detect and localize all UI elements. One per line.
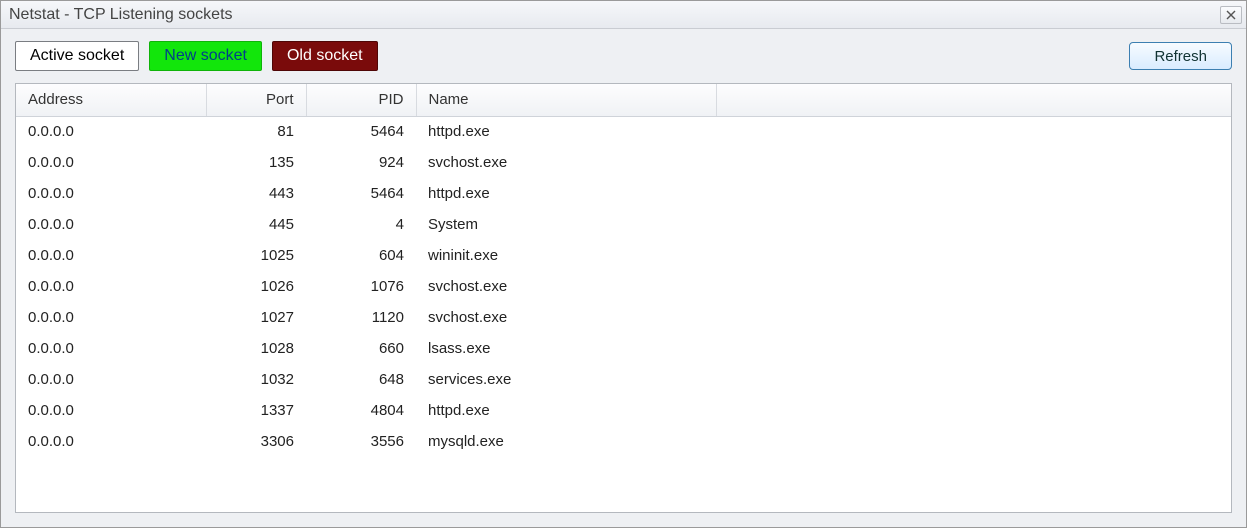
cell-port: 1337 (206, 395, 306, 426)
titlebar: Netstat - TCP Listening sockets (1, 1, 1246, 29)
cell-address: 0.0.0.0 (16, 240, 206, 271)
cell-address: 0.0.0.0 (16, 209, 206, 240)
cell-name: System (416, 209, 716, 240)
cell-extra (716, 271, 1231, 302)
cell-pid: 1120 (306, 302, 416, 333)
cell-port: 81 (206, 116, 306, 147)
cell-address: 0.0.0.0 (16, 271, 206, 302)
table-row[interactable]: 0.0.0.01025604wininit.exe (16, 240, 1231, 271)
cell-pid: 3556 (306, 426, 416, 457)
col-name[interactable]: Name (416, 84, 716, 116)
cell-extra (716, 302, 1231, 333)
cell-port: 1025 (206, 240, 306, 271)
cell-name: svchost.exe (416, 271, 716, 302)
cell-port: 443 (206, 178, 306, 209)
cell-name: svchost.exe (416, 302, 716, 333)
cell-extra (716, 147, 1231, 178)
cell-pid: 924 (306, 147, 416, 178)
cell-pid: 5464 (306, 116, 416, 147)
cell-name: services.exe (416, 364, 716, 395)
cell-pid: 5464 (306, 178, 416, 209)
toolbar: Active socket New socket Old socket Refr… (1, 29, 1246, 79)
table-row[interactable]: 0.0.0.01028660lsass.exe (16, 333, 1231, 364)
cell-extra (716, 333, 1231, 364)
close-icon (1226, 10, 1236, 20)
cell-extra (716, 364, 1231, 395)
cell-name: wininit.exe (416, 240, 716, 271)
table-row[interactable]: 0.0.0.04454System (16, 209, 1231, 240)
cell-port: 1028 (206, 333, 306, 364)
cell-pid: 1076 (306, 271, 416, 302)
cell-extra (716, 395, 1231, 426)
cell-name: mysqld.exe (416, 426, 716, 457)
refresh-button[interactable]: Refresh (1129, 42, 1232, 70)
table-body: 0.0.0.0815464httpd.exe0.0.0.0135924svcho… (16, 116, 1231, 457)
cell-name: svchost.exe (416, 147, 716, 178)
cell-port: 135 (206, 147, 306, 178)
cell-name: lsass.exe (416, 333, 716, 364)
netstat-window: Netstat - TCP Listening sockets Active s… (0, 0, 1247, 528)
cell-address: 0.0.0.0 (16, 116, 206, 147)
col-pid[interactable]: PID (306, 84, 416, 116)
cell-address: 0.0.0.0 (16, 178, 206, 209)
cell-name: httpd.exe (416, 116, 716, 147)
cell-extra (716, 116, 1231, 147)
cell-pid: 660 (306, 333, 416, 364)
cell-pid: 648 (306, 364, 416, 395)
socket-table-container: Address Port PID Name 0.0.0.0815464httpd… (15, 83, 1232, 513)
table-row[interactable]: 0.0.0.0135924svchost.exe (16, 147, 1231, 178)
table-header: Address Port PID Name (16, 84, 1231, 116)
window-title: Netstat - TCP Listening sockets (9, 1, 233, 29)
cell-extra (716, 209, 1231, 240)
cell-port: 1032 (206, 364, 306, 395)
col-port[interactable]: Port (206, 84, 306, 116)
cell-extra (716, 178, 1231, 209)
cell-name: httpd.exe (416, 178, 716, 209)
table-row[interactable]: 0.0.0.010271120svchost.exe (16, 302, 1231, 333)
cell-port: 445 (206, 209, 306, 240)
cell-port: 1027 (206, 302, 306, 333)
table-row[interactable]: 0.0.0.013374804httpd.exe (16, 395, 1231, 426)
col-extra[interactable] (716, 84, 1231, 116)
cell-address: 0.0.0.0 (16, 333, 206, 364)
cell-extra (716, 426, 1231, 457)
cell-address: 0.0.0.0 (16, 426, 206, 457)
table-row[interactable]: 0.0.0.04435464httpd.exe (16, 178, 1231, 209)
cell-extra (716, 240, 1231, 271)
cell-port: 3306 (206, 426, 306, 457)
cell-pid: 4804 (306, 395, 416, 426)
cell-pid: 604 (306, 240, 416, 271)
cell-address: 0.0.0.0 (16, 395, 206, 426)
table-row[interactable]: 0.0.0.01032648services.exe (16, 364, 1231, 395)
socket-table: Address Port PID Name 0.0.0.0815464httpd… (16, 84, 1231, 457)
cell-address: 0.0.0.0 (16, 147, 206, 178)
old-socket-button[interactable]: Old socket (272, 41, 378, 71)
new-socket-button[interactable]: New socket (149, 41, 262, 71)
cell-name: httpd.exe (416, 395, 716, 426)
cell-address: 0.0.0.0 (16, 364, 206, 395)
active-socket-button[interactable]: Active socket (15, 41, 139, 71)
cell-pid: 4 (306, 209, 416, 240)
cell-port: 1026 (206, 271, 306, 302)
close-button[interactable] (1220, 6, 1242, 24)
table-row[interactable]: 0.0.0.0815464httpd.exe (16, 116, 1231, 147)
table-row[interactable]: 0.0.0.033063556mysqld.exe (16, 426, 1231, 457)
col-address[interactable]: Address (16, 84, 206, 116)
cell-address: 0.0.0.0 (16, 302, 206, 333)
table-row[interactable]: 0.0.0.010261076svchost.exe (16, 271, 1231, 302)
